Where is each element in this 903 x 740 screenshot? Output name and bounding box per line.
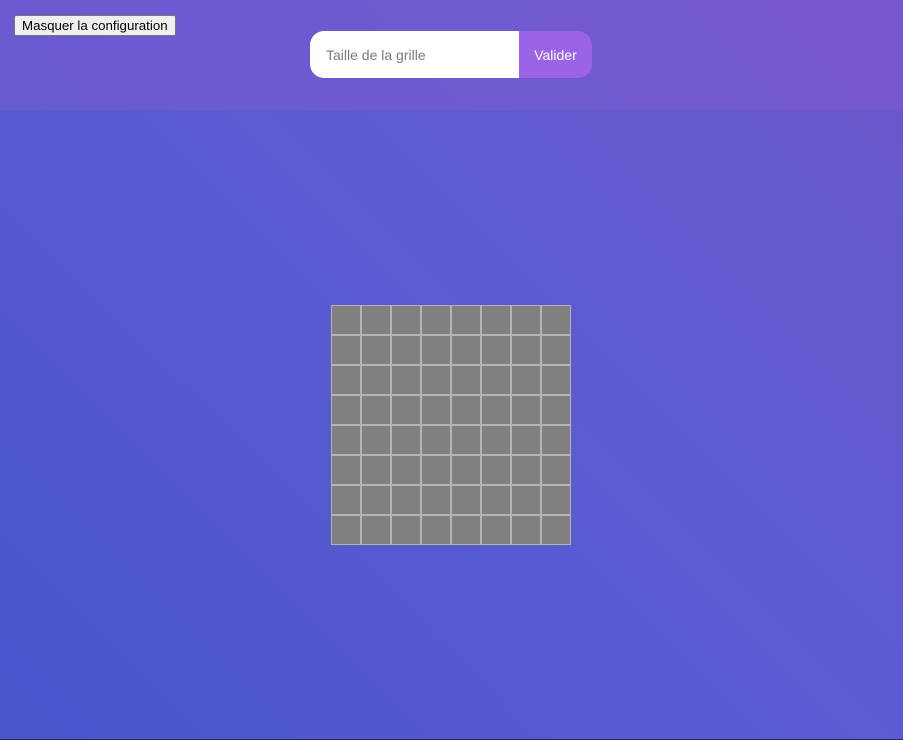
grid-cell[interactable] (362, 366, 390, 394)
grid-cell[interactable] (542, 456, 570, 484)
grid-cell[interactable] (362, 426, 390, 454)
grid-cell[interactable] (422, 306, 450, 334)
grid-cell[interactable] (512, 456, 540, 484)
grid-size-form: Valider (310, 31, 592, 78)
grid-cell[interactable] (512, 486, 540, 514)
grid-cell[interactable] (422, 486, 450, 514)
game-grid (331, 305, 571, 545)
grid-cell[interactable] (392, 426, 420, 454)
grid-cell[interactable] (332, 456, 360, 484)
grid-cell[interactable] (542, 306, 570, 334)
grid-cell[interactable] (452, 486, 480, 514)
grid-cell[interactable] (332, 396, 360, 424)
grid-cell[interactable] (512, 516, 540, 544)
grid-cell[interactable] (482, 486, 510, 514)
grid-cell[interactable] (512, 426, 540, 454)
grid-cell[interactable] (362, 456, 390, 484)
grid-cell[interactable] (482, 396, 510, 424)
toggle-config-button[interactable]: Masquer la configuration (14, 15, 176, 36)
grid-cell[interactable] (392, 336, 420, 364)
grid-cell[interactable] (542, 396, 570, 424)
grid-cell[interactable] (482, 516, 510, 544)
grid-cell[interactable] (422, 426, 450, 454)
grid-cell[interactable] (362, 516, 390, 544)
validate-button[interactable]: Valider (519, 31, 592, 78)
grid-cell[interactable] (362, 306, 390, 334)
grid-cell[interactable] (422, 336, 450, 364)
grid-cell[interactable] (482, 336, 510, 364)
grid-cell[interactable] (482, 306, 510, 334)
grid-cell[interactable] (332, 516, 360, 544)
grid-cell[interactable] (362, 486, 390, 514)
grid-cell[interactable] (422, 366, 450, 394)
grid-cell[interactable] (362, 336, 390, 364)
grid-cell[interactable] (422, 456, 450, 484)
grid-size-input[interactable] (310, 31, 519, 78)
grid-cell[interactable] (332, 426, 360, 454)
grid-cell[interactable] (392, 306, 420, 334)
grid-cell[interactable] (392, 396, 420, 424)
grid-cell[interactable] (542, 366, 570, 394)
grid-cell[interactable] (422, 396, 450, 424)
grid-cell[interactable] (542, 516, 570, 544)
grid-cell[interactable] (452, 336, 480, 364)
config-panel: Masquer la configuration Valider (0, 0, 903, 110)
grid-cell[interactable] (512, 336, 540, 364)
grid-cell[interactable] (452, 456, 480, 484)
grid-cell[interactable] (482, 456, 510, 484)
grid-cell[interactable] (452, 366, 480, 394)
grid-cell[interactable] (542, 486, 570, 514)
grid-cell[interactable] (332, 306, 360, 334)
grid-cell[interactable] (452, 396, 480, 424)
grid-cell[interactable] (512, 366, 540, 394)
grid-cell[interactable] (482, 366, 510, 394)
grid-cell[interactable] (332, 486, 360, 514)
grid-cell[interactable] (392, 516, 420, 544)
grid-cell[interactable] (452, 426, 480, 454)
grid-cell[interactable] (392, 456, 420, 484)
grid-cell[interactable] (482, 426, 510, 454)
grid-cell[interactable] (392, 486, 420, 514)
grid-cell[interactable] (392, 366, 420, 394)
grid-cell[interactable] (452, 516, 480, 544)
grid-cell[interactable] (452, 306, 480, 334)
grid-cell[interactable] (362, 396, 390, 424)
grid-cell[interactable] (332, 336, 360, 364)
grid-cell[interactable] (422, 516, 450, 544)
grid-cell[interactable] (542, 426, 570, 454)
grid-cell[interactable] (332, 366, 360, 394)
grid-cell[interactable] (542, 336, 570, 364)
grid-cell[interactable] (512, 306, 540, 334)
grid-cell[interactable] (512, 396, 540, 424)
